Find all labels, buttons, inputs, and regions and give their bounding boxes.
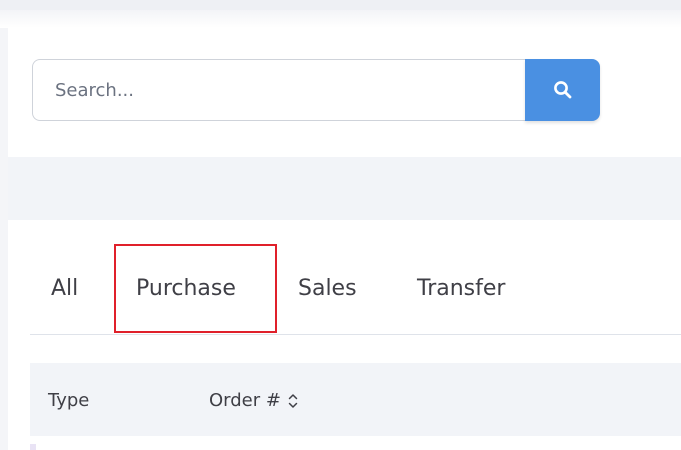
- tab-all[interactable]: All: [51, 276, 78, 301]
- table-header: Type Order #: [30, 363, 681, 436]
- search-icon: [553, 81, 571, 99]
- purchase-tab-highlight: [114, 244, 277, 333]
- tab-sales[interactable]: Sales: [298, 276, 357, 301]
- search-button[interactable]: [525, 59, 600, 121]
- top-bar: [0, 0, 681, 10]
- toolbar-band: [8, 157, 681, 220]
- column-header-order[interactable]: Order #: [209, 390, 299, 411]
- column-header-type[interactable]: Type: [48, 390, 89, 411]
- search-input[interactable]: [32, 59, 525, 121]
- column-header-order-label: Order #: [209, 390, 281, 411]
- left-edge-panel: [0, 28, 8, 450]
- sort-toggle-icon[interactable]: [287, 392, 299, 410]
- row-selection-marker: [30, 444, 36, 450]
- tab-transfer[interactable]: Transfer: [417, 276, 505, 301]
- top-bar-shadow: [0, 10, 681, 28]
- search-bar: [32, 59, 600, 121]
